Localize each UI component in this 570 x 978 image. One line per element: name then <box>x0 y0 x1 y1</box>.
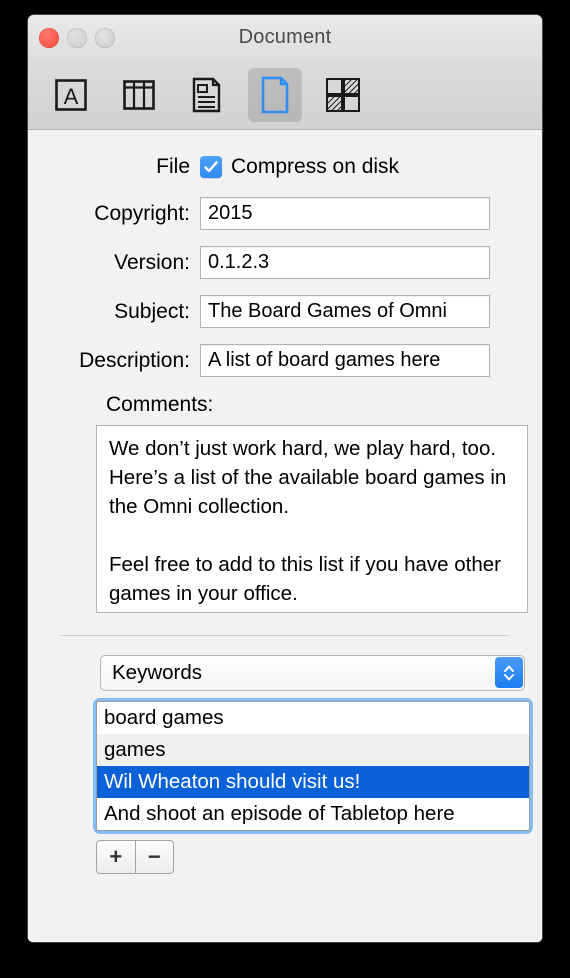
plus-icon: + <box>109 844 123 869</box>
chevron-up-down-icon <box>504 665 514 680</box>
window-title: Document <box>238 26 332 48</box>
keyword-add-remove-buttons: + − <box>96 840 174 874</box>
table-columns-icon <box>122 78 156 112</box>
comments-textarea[interactable]: We don’t just work hard, we play hard, t… <box>96 425 528 613</box>
file-label: File <box>156 155 190 178</box>
toolbar-item-text[interactable]: A <box>44 68 98 122</box>
keywords-popup-wrapper: Keywords <box>100 655 525 691</box>
list-item[interactable]: Wil Wheaton should visit us! <box>97 766 529 798</box>
copyright-input[interactable]: 2015 <box>200 197 490 230</box>
description-row: Description: A list of board games here <box>28 344 542 377</box>
add-keyword-button[interactable]: + <box>97 841 136 873</box>
keywords-popup-stepper[interactable] <box>495 657 523 688</box>
remove-keyword-button[interactable]: − <box>136 841 174 873</box>
version-input[interactable]: 0.1.2.3 <box>200 246 490 279</box>
document-inspector-window: Document A File Compress on disk Copyrig… <box>28 15 542 942</box>
document-with-text-lines-icon <box>190 77 224 113</box>
toolbar-item-columns[interactable] <box>112 68 166 122</box>
keywords-list-focus-ring: board games games Wil Wheaton should vis… <box>96 701 530 831</box>
version-row: Version: 0.1.2.3 <box>28 246 542 279</box>
keywords-list[interactable]: board games games Wil Wheaton should vis… <box>96 701 530 831</box>
window-titlebar: Document <box>28 15 542 61</box>
checkmark-icon <box>204 161 218 173</box>
letter-a-in-box-icon: A <box>54 78 88 112</box>
toolbar-item-pattern[interactable] <box>316 68 370 122</box>
compress-on-disk-label: Compress on disk <box>231 155 400 178</box>
list-item[interactable]: games <box>97 734 529 766</box>
toolbar-item-page-text[interactable] <box>180 68 234 122</box>
subject-label: Subject: <box>114 299 190 323</box>
file-row: File Compress on disk <box>28 155 542 179</box>
version-label: Version: <box>114 250 190 274</box>
form-rows: File Compress on disk Copyright: 2015 Ve… <box>28 130 542 377</box>
minus-icon: − <box>147 844 161 869</box>
compress-on-disk-checkbox[interactable] <box>200 156 222 178</box>
toolbar-item-document[interactable] <box>248 68 302 122</box>
subject-input[interactable]: The Board Games of Omni <box>200 295 490 328</box>
description-label: Description: <box>79 348 190 372</box>
svg-text:A: A <box>64 84 79 109</box>
description-input[interactable]: A list of board games here <box>200 344 490 377</box>
list-item[interactable]: And shoot an episode of Tabletop here <box>97 798 529 830</box>
copyright-row: Copyright: 2015 <box>28 197 542 230</box>
section-divider <box>61 635 509 636</box>
subject-row: Subject: The Board Games of Omni <box>28 295 542 328</box>
list-item[interactable]: board games <box>97 702 529 734</box>
keywords-popup-button[interactable]: Keywords <box>100 655 525 691</box>
comments-label: Comments: <box>106 393 214 416</box>
copyright-label: Copyright: <box>94 201 190 225</box>
inspector-content: File Compress on disk Copyright: 2015 Ve… <box>28 130 542 942</box>
inspector-toolbar: A <box>28 61 542 130</box>
blank-document-icon <box>258 76 292 114</box>
checkerboard-hatch-icon <box>325 77 361 113</box>
